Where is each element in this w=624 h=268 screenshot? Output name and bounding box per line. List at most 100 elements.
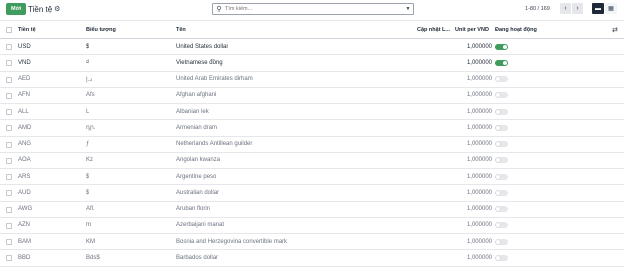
active-toggle-cell — [495, 55, 508, 70]
currency-code: AUD — [18, 189, 31, 196]
table-row[interactable]: ALL L Albanian lek 1,000000 — [0, 104, 624, 121]
table-row[interactable]: AWG Afl. Aruban florin 1,000000 — [0, 202, 624, 218]
active-toggle[interactable] — [495, 92, 508, 99]
currency-code: AWG — [18, 206, 33, 213]
currency-symbol: m — [86, 222, 91, 229]
active-toggle[interactable] — [495, 108, 508, 115]
active-toggle-cell — [495, 72, 508, 87]
currency-code: AOA — [18, 157, 31, 164]
row-checkbox[interactable] — [6, 239, 12, 245]
kanban-view-icon[interactable]: ▦ — [605, 3, 617, 14]
active-toggle[interactable] — [495, 141, 508, 148]
table-row[interactable]: AED د.إ United Arab Emirates dirham 1,00000… — [0, 72, 624, 88]
row-checkbox[interactable] — [6, 255, 12, 262]
active-toggle-cell — [495, 39, 508, 54]
row-checkbox[interactable] — [6, 44, 12, 50]
currency-name: United Arab Emirates dirham — [176, 76, 253, 83]
active-toggle-cell — [495, 250, 508, 265]
table-row[interactable]: ARS $ Argentine peso 1,000000 — [0, 169, 624, 186]
currency-code: ARS — [18, 173, 31, 180]
column-header-rate[interactable]: Unit per VND — [455, 21, 489, 38]
table-row[interactable]: AMD դր. Armenian dram 1,000000 — [0, 120, 624, 137]
currency-name: Netherlands Antillean guilder — [176, 141, 253, 148]
active-toggle[interactable] — [495, 238, 508, 245]
active-toggle[interactable] — [495, 76, 508, 83]
table-row[interactable]: USD $ United States dollar 1,000000 — [0, 39, 624, 56]
chevron-right-icon[interactable]: › — [572, 3, 583, 14]
currency-symbol: ƒ — [86, 141, 90, 148]
currency-code: AFN — [18, 92, 30, 99]
currency-name: Aruban florin — [176, 206, 211, 213]
active-toggle-cell — [495, 218, 508, 233]
active-toggle[interactable] — [495, 157, 508, 164]
currency-symbol: Afs — [86, 92, 95, 99]
currency-name: Vietnamese đồng — [176, 59, 223, 66]
active-toggle-cell — [495, 153, 508, 168]
table-row[interactable]: BBD Bds$ Barbados dollar 1,000000 — [0, 250, 624, 267]
active-toggle-cell — [495, 185, 508, 200]
active-toggle[interactable] — [495, 59, 508, 66]
table-row[interactable]: BAM KM Bosnia and Herzegovina convertible … — [0, 234, 624, 251]
table-row[interactable]: AZN m Azerbaijani manat 1,000000 — [0, 218, 624, 234]
currency-symbol: KM — [86, 238, 95, 245]
active-toggle[interactable] — [495, 206, 508, 213]
gear-icon[interactable]: ⚙ — [54, 5, 60, 13]
currency-name: Azerbaijani manat — [176, 222, 225, 229]
table-row[interactable]: AFN Afs Afghan afghani 1,000000 — [0, 88, 624, 104]
currency-code: AZN — [18, 222, 30, 229]
currency-name: Australian dollar — [176, 189, 220, 196]
currency-code: VND — [18, 59, 31, 66]
pager-value[interactable]: 1-80 / 169 — [525, 3, 550, 15]
row-checkbox[interactable] — [6, 174, 12, 180]
active-toggle-cell — [495, 88, 508, 103]
active-toggle-cell — [495, 234, 508, 249]
table-row[interactable]: AUD $ Australian dollar 1,000000 — [0, 185, 624, 202]
column-header-symbol[interactable]: Biểu tượng — [86, 21, 116, 38]
currency-name: Armenian dram — [176, 124, 218, 131]
table-row[interactable]: ANG ƒ Netherlands Antillean guilder 1,00000… — [0, 137, 624, 153]
row-checkbox[interactable] — [6, 222, 12, 229]
currency-rate: 1,000000 — [466, 43, 492, 50]
active-toggle[interactable] — [495, 43, 508, 50]
row-checkbox[interactable] — [6, 125, 12, 132]
column-header-last-update[interactable]: Cập nhật L... — [417, 21, 451, 38]
currency-code: USD — [18, 43, 31, 50]
select-all-checkbox[interactable] — [6, 27, 12, 33]
chevron-left-icon[interactable]: ‹ — [560, 3, 571, 14]
currency-symbol: Bds$ — [86, 254, 100, 261]
table-row[interactable]: VND ₫ Vietnamese đồng 1,000000 — [0, 55, 624, 72]
row-checkbox[interactable] — [6, 206, 12, 213]
sliders-icon[interactable]: ⇄ — [612, 21, 618, 38]
control-panel: Mới Tiền tệ ⚙ ⚲ ▼ 1-80 / 169 ‹ › ▬ ▦ — [0, 0, 624, 20]
row-checkbox[interactable] — [6, 141, 12, 148]
active-toggle-cell — [495, 202, 508, 217]
row-checkbox[interactable] — [6, 60, 12, 67]
row-checkbox[interactable] — [6, 109, 12, 115]
active-toggle[interactable] — [495, 254, 508, 261]
active-toggle[interactable] — [495, 124, 508, 131]
currency-symbol: د.إ — [86, 76, 93, 83]
row-checkbox[interactable] — [6, 76, 12, 83]
column-header-currency[interactable]: Tiền tệ — [18, 21, 36, 38]
caret-down-icon[interactable]: ▼ — [403, 6, 413, 12]
currency-rate: 1,000000 — [466, 189, 492, 196]
column-header-active[interactable]: Đang hoạt động — [495, 21, 537, 38]
active-toggle-cell — [495, 104, 508, 119]
search-input[interactable] — [225, 6, 403, 12]
column-header-name[interactable]: Tên — [176, 21, 186, 38]
currency-name: Angolan kwanza — [176, 157, 221, 164]
currency-rate: 1,000000 — [466, 157, 492, 164]
active-toggle[interactable] — [495, 189, 508, 196]
currency-symbol: $ — [86, 173, 90, 180]
list-view-icon[interactable]: ▬ — [592, 3, 604, 14]
active-toggle[interactable] — [495, 173, 508, 180]
row-checkbox[interactable] — [6, 92, 12, 99]
currency-symbol: դր. — [86, 125, 96, 132]
row-checkbox[interactable] — [6, 157, 12, 164]
currency-name: Bosnia and Herzegovina convertible mark — [176, 238, 288, 245]
currency-rate: 1,000000 — [466, 124, 492, 131]
table-row[interactable]: AOA Kz Angolan kwanza 1,000000 — [0, 153, 624, 169]
row-checkbox[interactable] — [6, 190, 12, 197]
active-toggle[interactable] — [495, 222, 508, 229]
new-button[interactable]: Mới — [6, 3, 26, 15]
